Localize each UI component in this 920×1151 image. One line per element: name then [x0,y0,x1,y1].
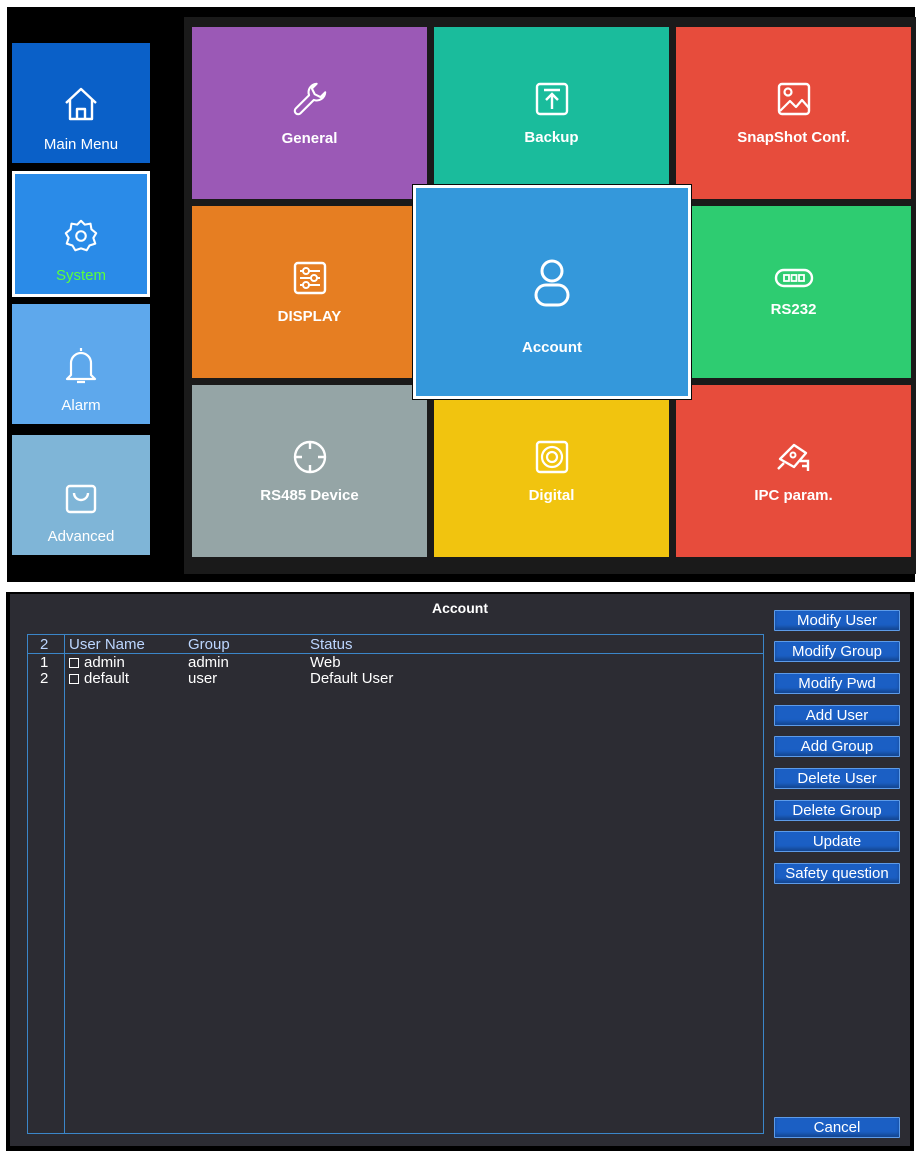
tile-account[interactable]: Account [413,185,691,399]
user-status: Web [310,654,341,671]
settings-tile-grid: General Backup SnapShot Conf. DISPLAY RS… [184,17,916,574]
sidebar-item-label: Advanced [47,528,115,545]
tile-label: IPC param. [754,486,833,504]
image-icon [777,82,810,115]
wrench-icon [293,82,326,115]
crosshair-icon [293,440,326,473]
speaker-icon [535,440,568,473]
tile-rs485-device[interactable]: RS485 Device [192,385,427,557]
safety-question-button[interactable]: Safety question [774,863,900,884]
user-name: admin [84,654,125,671]
row-checkbox[interactable] [69,658,79,668]
delete-user-button[interactable]: Delete User [774,768,900,789]
row-checkbox[interactable] [69,674,79,684]
user-name: default [84,670,130,687]
sidebar-item-system[interactable]: System [12,171,150,297]
add-user-button[interactable]: Add User [774,705,900,726]
sidebar-item-label: Alarm [61,397,101,414]
home-icon [65,87,97,121]
user-table: 2 User Name Group Status 1 admin admin W… [27,634,764,1134]
column-header-group: Group [188,636,230,653]
user-count: 2 [40,636,49,653]
bag-icon [65,484,97,514]
tile-snapshot-conf[interactable]: SnapShot Conf. [676,27,911,199]
tile-label: General [281,129,338,147]
sidebar-item-alarm[interactable]: Alarm [12,304,150,424]
tile-label: RS485 Device [260,486,359,504]
tile-general[interactable]: General [192,27,427,199]
modify-pwd-button[interactable]: Modify Pwd [774,673,900,694]
user-status: Default User [310,670,394,687]
row-index: 1 [40,654,49,671]
row-index: 2 [40,670,49,687]
delete-group-button[interactable]: Delete Group [774,800,900,821]
tile-ipc-param[interactable]: IPC param. [676,385,911,557]
modify-user-button[interactable]: Modify User [774,610,900,631]
tile-digital[interactable]: Digital [434,385,669,557]
tile-label: RS232 [770,300,817,318]
update-button[interactable]: Update [774,831,900,852]
upload-icon [535,82,568,115]
modify-group-button[interactable]: Modify Group [774,641,900,662]
user-icon [534,259,570,306]
sidebar-item-label: Main Menu [43,136,119,153]
camera-icon [776,443,809,471]
gear-icon [64,219,98,252]
tile-label: Account [522,338,582,356]
bell-icon [65,348,97,384]
sliders-icon [293,261,326,294]
column-header-status: Status [310,636,353,653]
user-group: admin [188,654,229,671]
tile-label: Backup [524,128,579,146]
tile-rs232[interactable]: RS232 [676,206,911,378]
account-dialog: Account 2 User Name Group Status 1 admin… [6,592,914,1151]
tile-label: Digital [528,486,575,504]
tile-label: SnapShot Conf. [737,128,850,146]
cancel-button[interactable]: Cancel [774,1117,900,1138]
user-group: user [188,670,218,687]
tile-display[interactable]: DISPLAY [192,206,427,378]
add-group-button[interactable]: Add Group [774,736,900,757]
column-header-user-name: User Name [69,636,145,653]
sidebar-item-advanced[interactable]: Advanced [12,435,150,555]
main-menu-panel: Main Menu System Alarm Advanced General [7,7,916,582]
sidebar-item-label: System [55,267,106,284]
serial-port-icon [774,268,813,287]
sidebar-item-main-menu[interactable]: Main Menu [12,43,150,163]
tile-label: DISPLAY [277,307,342,325]
tile-backup[interactable]: Backup [434,27,669,199]
